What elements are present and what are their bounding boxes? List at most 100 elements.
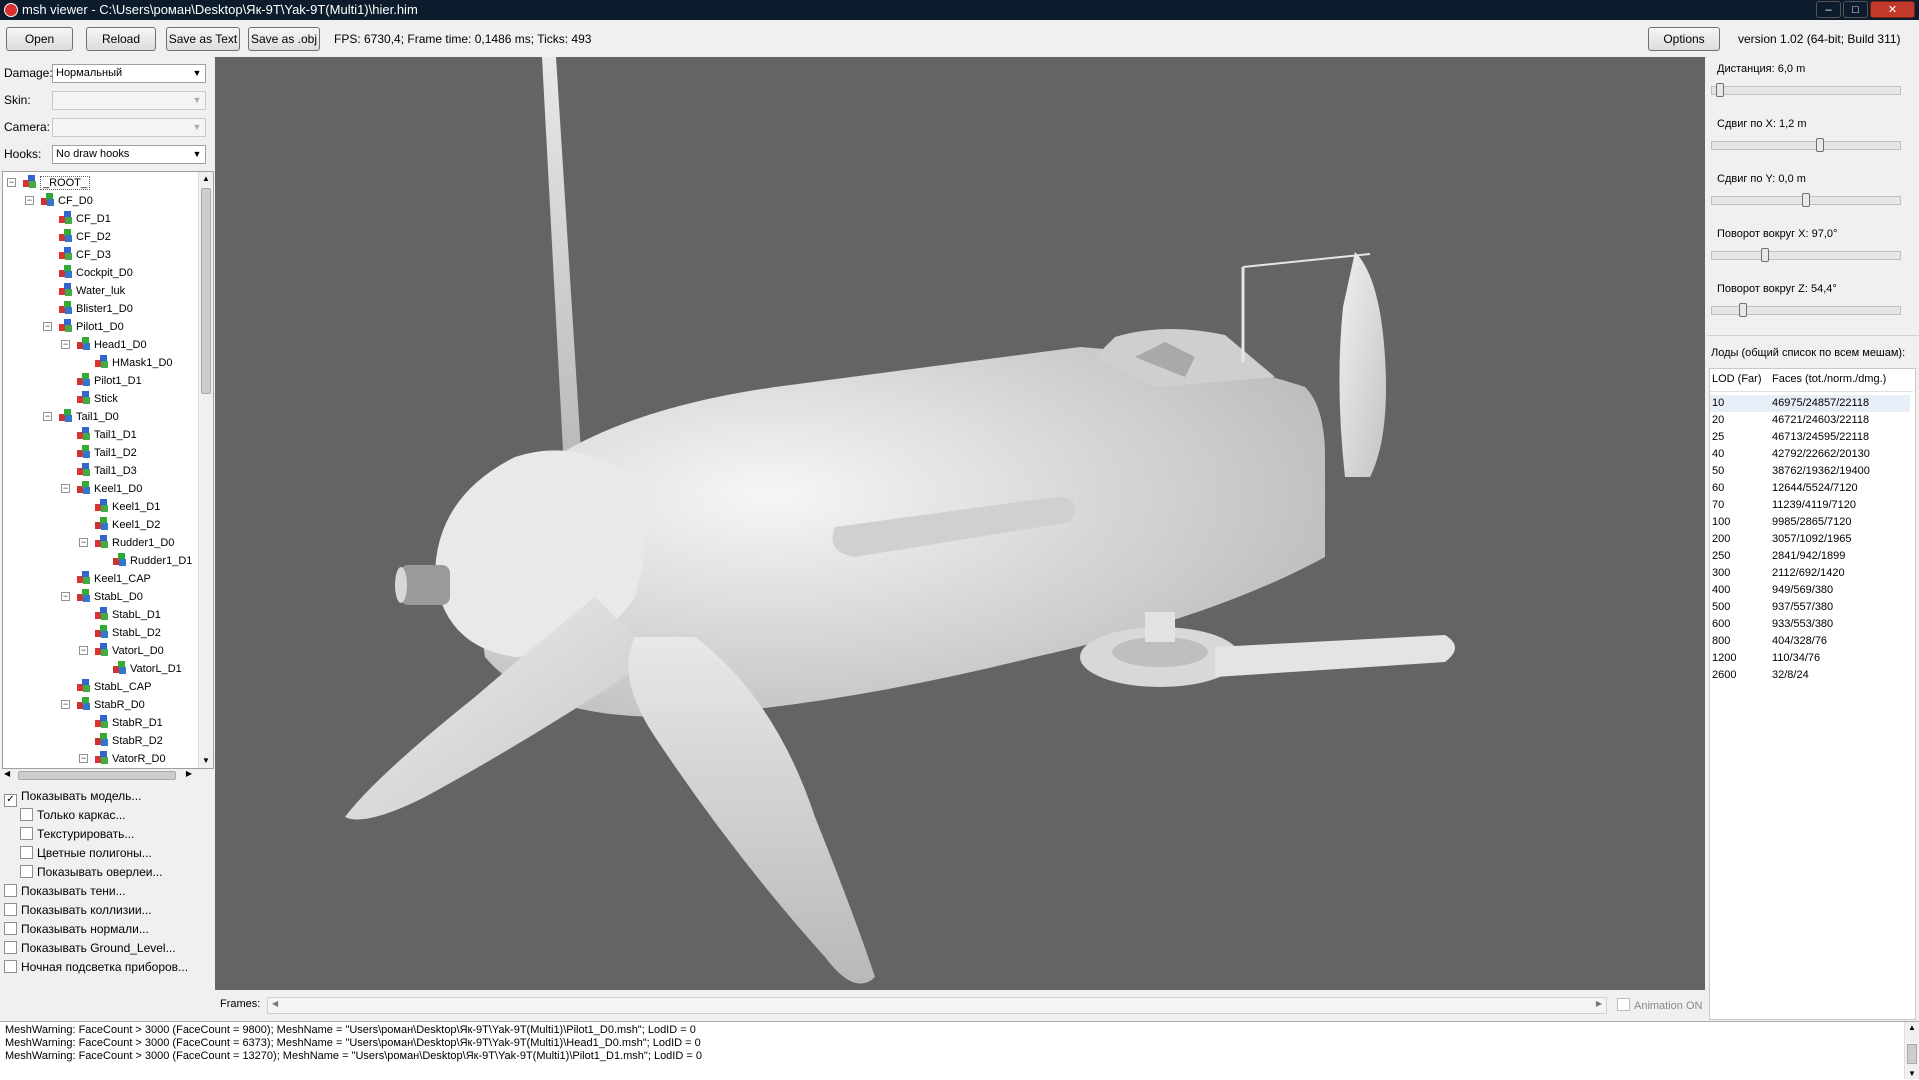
tree-node[interactable]: StabL_D2	[95, 624, 161, 642]
lod-table[interactable]: LOD (Far) Faces (tot./norm./dmg.) 10 4697…	[1709, 368, 1916, 1020]
tree-node[interactable]: Blister1_D0	[59, 300, 133, 318]
tree-node[interactable]: − CF_D0	[25, 192, 93, 210]
tree-node[interactable]: CF_D3	[59, 246, 111, 264]
hierarchy-tree[interactable]: − _ROOT_ − CF_D0 CF_D1 CF_D2 CF_D3 Cockpit_D0 Wa…	[2, 171, 214, 769]
scroll-up-arrow-icon[interactable]: ▲	[1908, 1023, 1916, 1032]
camera-select[interactable]: ▼	[52, 118, 206, 137]
open-button[interactable]: Open	[6, 27, 73, 51]
tree-node[interactable]: CF_D2	[59, 228, 111, 246]
tree-node[interactable]: − Keel1_D0	[61, 480, 142, 498]
tree-node[interactable]: Cockpit_D0	[59, 264, 133, 282]
tree-node[interactable]: HMask1_D0	[95, 354, 173, 372]
lod-row[interactable]: 250 2841/942/1899	[1710, 548, 1910, 565]
slider-thumb[interactable]	[1761, 248, 1769, 262]
lod-row[interactable]: 300 2112/692/1420	[1710, 565, 1910, 582]
option-checkbox[interactable]: Показывать нормали...	[4, 922, 149, 936]
tree-node[interactable]: StabR_D1	[95, 714, 163, 732]
frames-slider[interactable]: ◀ ▶	[267, 997, 1607, 1014]
tree-collapse-toggle-icon[interactable]: −	[61, 700, 70, 709]
option-checkbox[interactable]: Показывать коллизии...	[4, 903, 152, 917]
option-checkbox[interactable]: Показывать Ground_Level...	[4, 941, 176, 955]
slider-thumb[interactable]	[1802, 193, 1810, 207]
slider-thumb[interactable]	[1716, 83, 1724, 97]
checkbox-box[interactable]	[1617, 998, 1630, 1011]
checkbox-checked-icon[interactable]: ✓	[4, 794, 17, 807]
damage-select[interactable]: Нормальный ▼	[52, 64, 206, 83]
lod-row[interactable]: 800 404/328/76	[1710, 633, 1910, 650]
tree-node[interactable]: Tail1_D1	[77, 426, 137, 444]
checkbox-box[interactable]	[4, 884, 17, 897]
lod-row[interactable]: 70 11239/4119/7120	[1710, 497, 1910, 514]
tree-node[interactable]: StabR_D2	[95, 732, 163, 750]
tree-collapse-toggle-icon[interactable]: −	[7, 178, 16, 187]
tree-collapse-toggle-icon[interactable]: −	[43, 412, 52, 421]
tree-node[interactable]: StabL_D1	[95, 606, 161, 624]
tree-collapse-toggle-icon[interactable]: −	[61, 484, 70, 493]
tree-node[interactable]: StabL_CAP	[77, 678, 151, 696]
lod-row[interactable]: 2600 32/8/24	[1710, 667, 1910, 684]
lod-row[interactable]: 20 46721/24603/22118	[1710, 412, 1910, 429]
checkbox-box[interactable]	[20, 865, 33, 878]
scroll-down-arrow-icon[interactable]: ▼	[199, 754, 213, 768]
log-scroll-thumb[interactable]	[1907, 1044, 1917, 1064]
tree-collapse-toggle-icon[interactable]: −	[79, 646, 88, 655]
tree-collapse-toggle-icon[interactable]: −	[79, 754, 88, 763]
minimize-button[interactable]: –	[1816, 1, 1841, 18]
tree-node[interactable]: Stick	[77, 390, 118, 408]
tree-node[interactable]: Keel1_D2	[95, 516, 160, 534]
lod-row[interactable]: 10 46975/24857/22118	[1710, 395, 1910, 412]
tree-node[interactable]: − Pilot1_D0	[43, 318, 124, 336]
slider-track[interactable]	[1711, 248, 1901, 262]
maximize-button[interactable]: □	[1843, 1, 1868, 18]
slider-track[interactable]	[1711, 303, 1901, 317]
tree-node[interactable]: Water_luk	[59, 282, 125, 300]
tree-node[interactable]: CF_D1	[59, 210, 111, 228]
lod-row[interactable]: 200 3057/1092/1965	[1710, 531, 1910, 548]
save-as-obj-button[interactable]: Save as .obj	[248, 27, 320, 51]
option-checkbox[interactable]: Только каркас...	[20, 808, 126, 822]
scroll-thumb[interactable]	[201, 188, 211, 394]
lod-col-faces[interactable]: Faces (tot./norm./dmg.)	[1772, 373, 1886, 385]
scroll-down-arrow-icon[interactable]: ▼	[1908, 1069, 1916, 1078]
checkbox-box[interactable]	[4, 922, 17, 935]
close-button[interactable]: ✕	[1870, 1, 1915, 18]
lod-row[interactable]: 1200 110/34/76	[1710, 650, 1910, 667]
checkbox-box[interactable]	[20, 827, 33, 840]
slider-track[interactable]	[1711, 193, 1901, 207]
lod-row[interactable]: 25 46713/24595/22118	[1710, 429, 1910, 446]
tree-node[interactable]: − Head1_D0	[61, 336, 147, 354]
log-panel[interactable]: MeshWarning: FaceCount > 3000 (FaceCount…	[0, 1021, 1919, 1080]
lod-row[interactable]: 50 38762/19362/19400	[1710, 463, 1910, 480]
option-checkbox[interactable]: Текстурировать...	[20, 827, 134, 841]
checkbox-box[interactable]	[20, 846, 33, 859]
slider-thumb[interactable]	[1816, 138, 1824, 152]
tree-collapse-toggle-icon[interactable]: −	[43, 322, 52, 331]
option-checkbox[interactable]: ✓ Показывать модель...	[4, 789, 141, 807]
scroll-right-arrow-icon[interactable]: ▶	[186, 769, 192, 778]
tree-node[interactable]: Pilot1_D1	[77, 372, 142, 390]
lod-row[interactable]: 600 933/553/380	[1710, 616, 1910, 633]
slider-track[interactable]	[1711, 138, 1901, 152]
tree-collapse-toggle-icon[interactable]: −	[61, 340, 70, 349]
tree-node[interactable]: − StabR_D0	[61, 696, 145, 714]
lod-row[interactable]: 500 937/557/380	[1710, 599, 1910, 616]
skin-select[interactable]: ▼	[52, 91, 206, 110]
tree-horizontal-scrollbar[interactable]: ◀ ▶	[2, 769, 194, 782]
hooks-select[interactable]: No draw hooks ▼	[52, 145, 206, 164]
checkbox-box[interactable]	[4, 960, 17, 973]
tree-node[interactable]: Tail1_D2	[77, 444, 137, 462]
lod-row[interactable]: 60 12644/5524/7120	[1710, 480, 1910, 497]
scroll-left-arrow-icon[interactable]: ◀	[4, 769, 10, 778]
tree-node[interactable]: Rudder1_D1	[113, 552, 192, 570]
tree-collapse-toggle-icon[interactable]: −	[25, 196, 34, 205]
checkbox-box[interactable]	[4, 941, 17, 954]
hscroll-thumb[interactable]	[18, 771, 176, 780]
lod-col-far[interactable]: LOD (Far)	[1712, 373, 1762, 385]
tree-node[interactable]: Tail1_D3	[77, 462, 137, 480]
3d-viewport[interactable]	[215, 57, 1705, 990]
checkbox-box[interactable]	[4, 903, 17, 916]
lod-row[interactable]: 40 42792/22662/20130	[1710, 446, 1910, 463]
lod-row[interactable]: 100 9985/2865/7120	[1710, 514, 1910, 531]
option-checkbox[interactable]: Показывать тени...	[4, 884, 126, 898]
slider-right-arrow-icon[interactable]: ▶	[1596, 999, 1602, 1008]
